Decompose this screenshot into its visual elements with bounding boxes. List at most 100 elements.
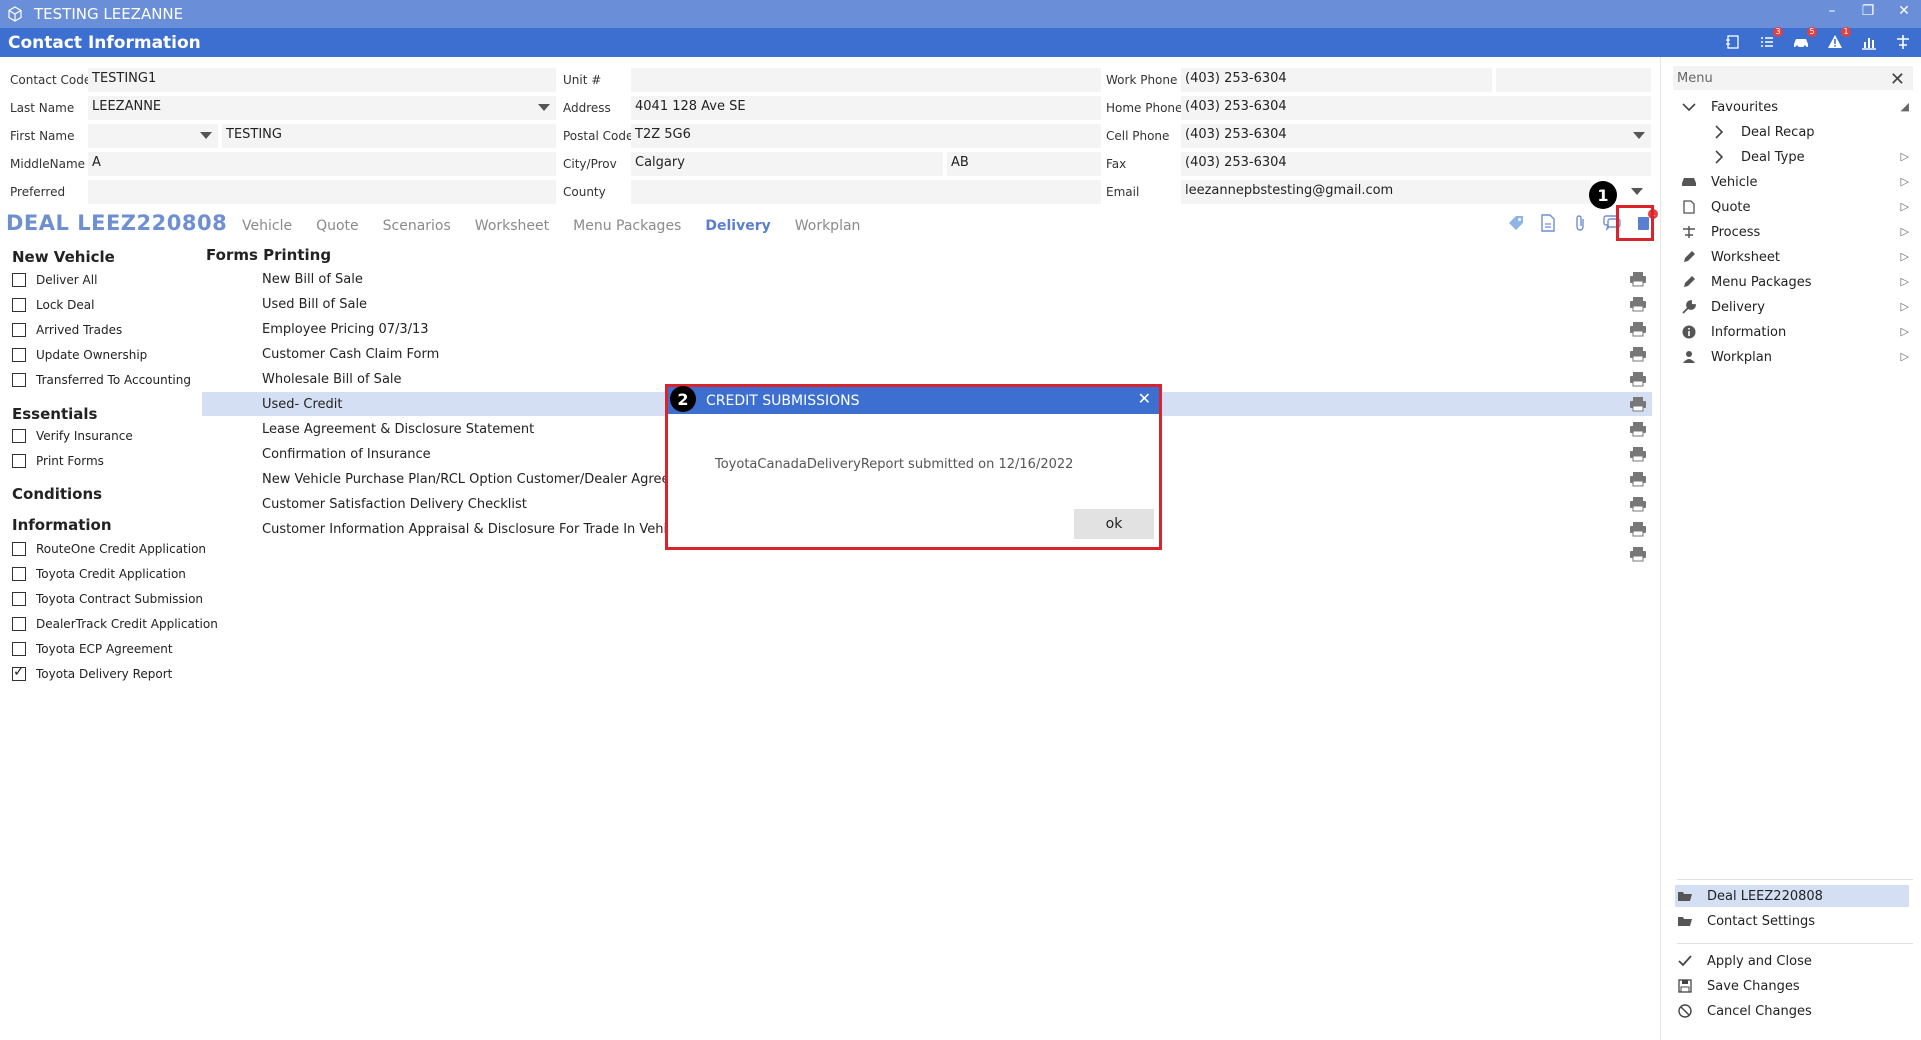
- check-update-ownership[interactable]: Update Ownership: [12, 348, 147, 362]
- check-print-forms[interactable]: Print Forms: [12, 454, 104, 468]
- printer-icon[interactable]: [1629, 371, 1647, 387]
- checkbox[interactable]: [12, 429, 26, 443]
- menu-item-quote[interactable]: Quote ▷: [1679, 196, 1909, 218]
- menu-item-menu-packages[interactable]: Menu Packages ▷: [1679, 271, 1909, 293]
- postal-code-field[interactable]: T2Z 5G6: [631, 124, 1101, 148]
- check-lock-deal[interactable]: Lock Deal: [12, 298, 95, 312]
- tab-workplan[interactable]: Workplan: [795, 218, 861, 234]
- menu-item-workplan[interactable]: Workplan ▷: [1679, 346, 1909, 368]
- tab-quote[interactable]: Quote: [316, 218, 359, 234]
- check-verify-insurance[interactable]: Verify Insurance: [12, 429, 133, 443]
- work-phone-field[interactable]: (403) 253-6304: [1181, 68, 1492, 92]
- printer-icon[interactable]: [1629, 546, 1647, 562]
- first-name-field[interactable]: TESTING: [222, 124, 556, 148]
- checkbox[interactable]: [12, 642, 26, 656]
- menu-item-vehicle[interactable]: Vehicle ▷: [1679, 171, 1909, 193]
- checkbox[interactable]: [12, 348, 26, 362]
- process-icon[interactable]: [1893, 32, 1913, 52]
- printer-icon[interactable]: [1629, 296, 1647, 312]
- apply-and-close-button[interactable]: Apply and Close: [1675, 950, 1909, 972]
- last-name-field[interactable]: LEEZANNE: [88, 96, 556, 120]
- ok-button[interactable]: ok: [1074, 509, 1154, 539]
- form-row[interactable]: Customer Cash Claim Form: [202, 342, 1652, 366]
- chart-icon[interactable]: [1859, 32, 1879, 52]
- close-window-button[interactable]: ✕: [1895, 3, 1913, 19]
- tag-icon[interactable]: [1505, 212, 1527, 234]
- chevron-down-icon[interactable]: [200, 132, 212, 139]
- cancel-changes-button[interactable]: Cancel Changes: [1675, 1000, 1909, 1022]
- printer-icon[interactable]: [1629, 271, 1647, 287]
- checkbox[interactable]: [12, 323, 26, 337]
- log-icon[interactable]: [1723, 32, 1743, 52]
- printer-icon[interactable]: [1629, 446, 1647, 462]
- salutation-select[interactable]: [88, 124, 218, 148]
- printer-icon[interactable]: [1629, 471, 1647, 487]
- menu-item-worksheet[interactable]: Worksheet ▷: [1679, 246, 1909, 268]
- checkbox[interactable]: [12, 542, 26, 556]
- tab-vehicle[interactable]: Vehicle: [242, 218, 292, 234]
- close-icon[interactable]: ✕: [1138, 389, 1151, 408]
- check-toyota-credit-application[interactable]: Toyota Credit Application: [12, 567, 186, 581]
- car-icon[interactable]: 5: [1791, 27, 1817, 52]
- checkbox[interactable]: [12, 273, 26, 287]
- work-ext-field[interactable]: [1496, 68, 1651, 92]
- form-row[interactable]: Used Bill of Sale: [202, 292, 1652, 316]
- check-routeone-credit-application[interactable]: RouteOne Credit Application: [12, 542, 206, 556]
- save-changes-button[interactable]: Save Changes: [1675, 975, 1909, 997]
- checkbox[interactable]: [12, 592, 26, 606]
- check-deliver-all[interactable]: Deliver All: [12, 273, 97, 287]
- document-icon[interactable]: [1537, 212, 1559, 234]
- task-list-icon[interactable]: 3: [1757, 27, 1783, 52]
- address-field[interactable]: 4041 128 Ave SE: [631, 96, 1101, 120]
- fax-field[interactable]: (403) 253-6304: [1181, 152, 1651, 176]
- menu-item-information[interactable]: Information ▷: [1679, 321, 1909, 343]
- checkbox[interactable]: [12, 373, 26, 387]
- printer-icon[interactable]: [1629, 396, 1647, 412]
- printer-icon[interactable]: [1629, 521, 1647, 537]
- middle-name-field[interactable]: A: [88, 152, 556, 176]
- menu-item-delivery[interactable]: Delivery ▷: [1679, 296, 1909, 318]
- minimize-button[interactable]: –: [1823, 3, 1841, 19]
- cell-phone-field[interactable]: (403) 253-6304: [1181, 124, 1651, 148]
- form-row[interactable]: Employee Pricing 07/3/13: [202, 317, 1652, 341]
- printer-icon[interactable]: [1629, 496, 1647, 512]
- preferred-field[interactable]: [88, 180, 556, 204]
- paperclip-icon[interactable]: [1569, 212, 1591, 234]
- form-row[interactable]: New Bill of Sale: [202, 267, 1652, 291]
- tab-scenarios[interactable]: Scenarios: [383, 218, 451, 234]
- menu-item-contact-settings[interactable]: Contact Settings: [1675, 910, 1909, 932]
- chevron-down-icon[interactable]: [1631, 188, 1643, 195]
- close-icon[interactable]: ✕: [1890, 69, 1905, 90]
- tab-menu-packages[interactable]: Menu Packages: [573, 218, 681, 234]
- city-field[interactable]: Calgary: [631, 152, 943, 176]
- printer-icon[interactable]: [1629, 421, 1647, 437]
- home-phone-field[interactable]: (403) 253-6304: [1181, 96, 1651, 120]
- menu-item-process[interactable]: Process ▷: [1679, 221, 1909, 243]
- checkbox[interactable]: [12, 617, 26, 631]
- check-arrived-trades[interactable]: Arrived Trades: [12, 323, 122, 337]
- province-field[interactable]: AB: [947, 152, 1101, 176]
- restore-button[interactable]: ❐: [1859, 3, 1877, 19]
- menu-item-deal[interactable]: Deal LEEZ220808: [1675, 885, 1909, 907]
- printer-icon[interactable]: [1629, 346, 1647, 362]
- check-toyota-contract-submission[interactable]: Toyota Contract Submission: [12, 592, 203, 606]
- checkbox-checked[interactable]: [12, 664, 26, 681]
- check-toyota-ecp-agreement[interactable]: Toyota ECP Agreement: [12, 642, 173, 656]
- printer-icon[interactable]: [1629, 321, 1647, 337]
- email-field[interactable]: leezannepbstesting@gmail.com: [1181, 180, 1591, 204]
- check-dealertrack-credit-application[interactable]: DealerTrack Credit Application: [12, 617, 218, 631]
- check-transferred-to-accounting[interactable]: Transferred To Accounting: [12, 373, 191, 387]
- menu-item-deal-type[interactable]: Deal Type ▷: [1709, 146, 1909, 168]
- checkbox[interactable]: [12, 298, 26, 312]
- county-field[interactable]: [631, 180, 1101, 204]
- menu-item-deal-recap[interactable]: Deal Recap: [1709, 121, 1909, 143]
- checkbox[interactable]: [12, 567, 26, 581]
- tab-worksheet[interactable]: Worksheet: [475, 218, 549, 234]
- unit-field[interactable]: [631, 68, 1101, 92]
- tab-delivery[interactable]: Delivery: [705, 218, 770, 234]
- alert-icon[interactable]: 1: [1825, 27, 1851, 52]
- chevron-down-icon[interactable]: [1633, 132, 1645, 139]
- check-toyota-delivery-report[interactable]: Toyota Delivery Report: [12, 664, 172, 681]
- menu-item-favourites[interactable]: Favourites ◢: [1679, 96, 1909, 118]
- checkbox[interactable]: [12, 454, 26, 468]
